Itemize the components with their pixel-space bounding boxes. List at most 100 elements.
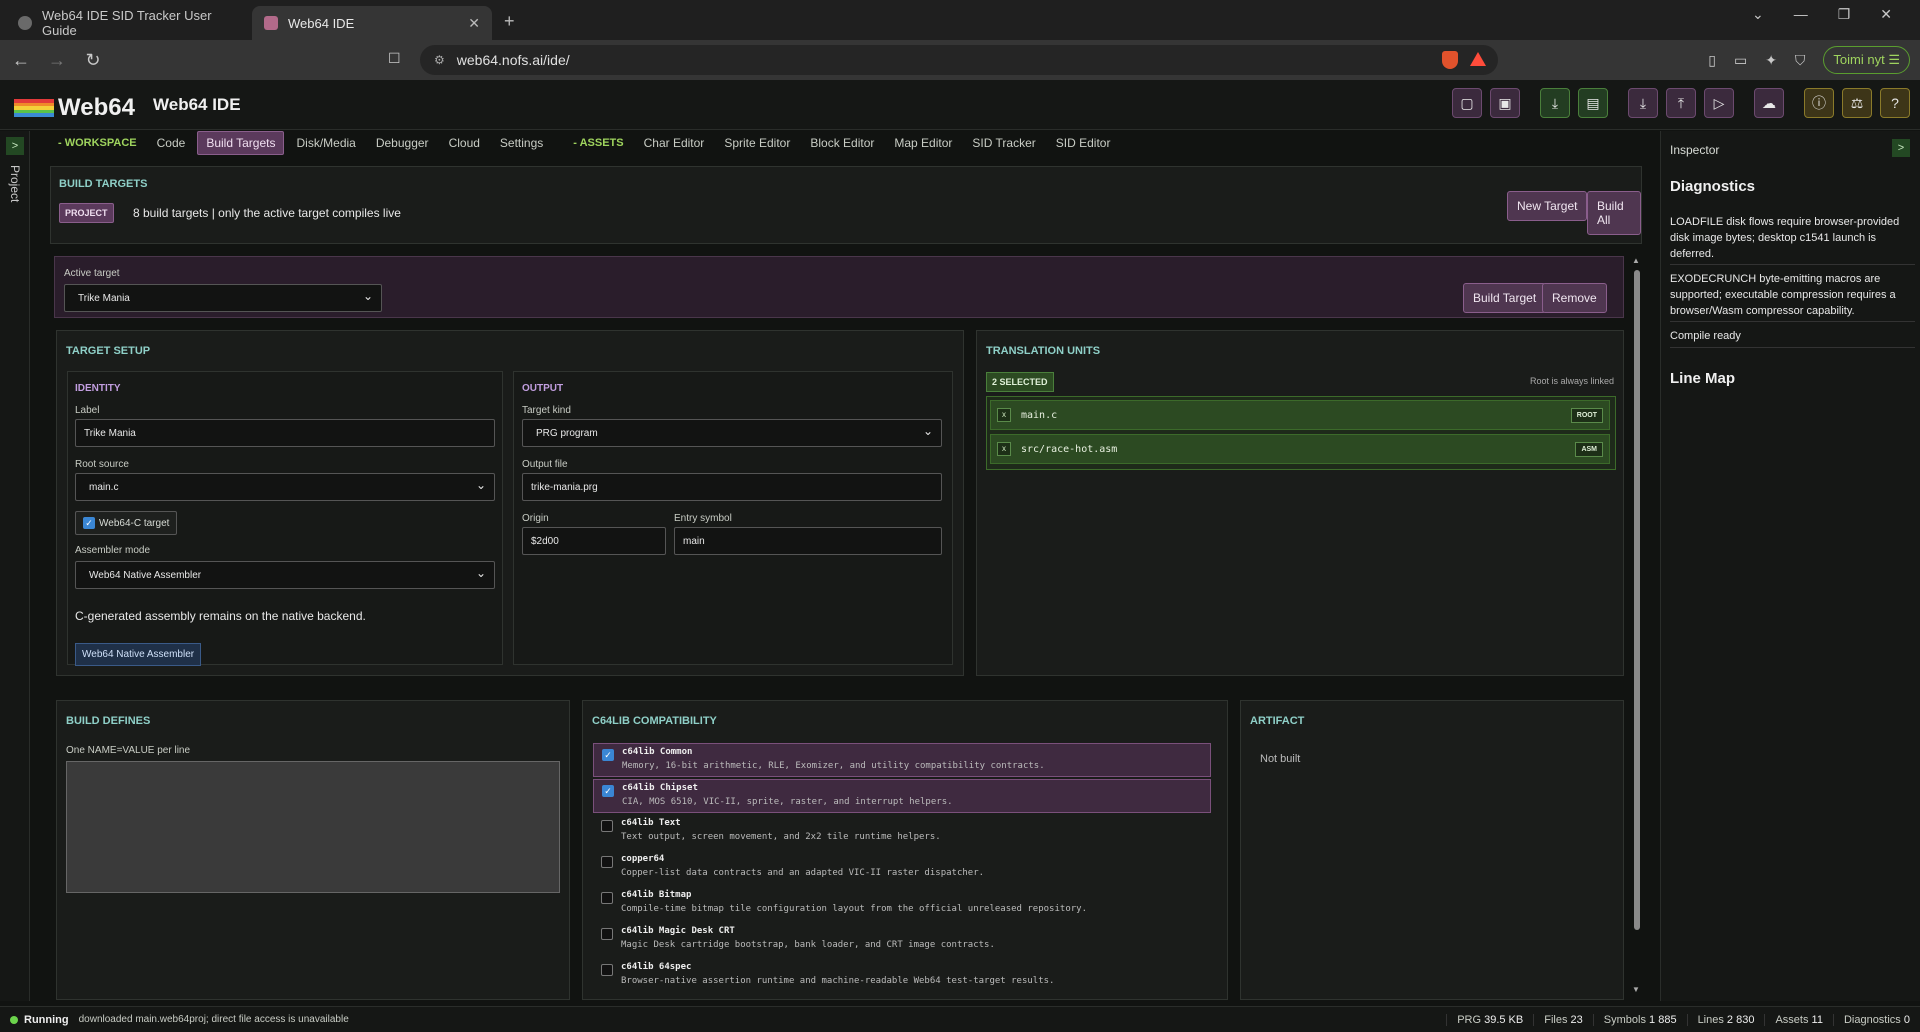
new-tab-icon[interactable]: + bbox=[504, 11, 515, 32]
active-target-select[interactable]: Trike Mania bbox=[64, 284, 382, 312]
root-source-select[interactable]: main.c bbox=[75, 473, 495, 501]
target-setup-panel: TARGET SETUP IDENTITY Label Trike Mania … bbox=[56, 330, 964, 676]
tab-cloud[interactable]: Cloud bbox=[441, 132, 488, 154]
tab-sid-tracker[interactable]: SID Tracker bbox=[964, 132, 1043, 154]
leo-ai-icon[interactable]: ✦ bbox=[1765, 52, 1777, 69]
info-icon[interactable]: ⓘ bbox=[1804, 88, 1834, 118]
back-icon[interactable]: ← bbox=[6, 50, 36, 71]
output-file-input[interactable]: trike-mania.prg bbox=[522, 473, 942, 501]
c64lib-checkbox[interactable] bbox=[601, 964, 613, 976]
brave-rewards-icon[interactable] bbox=[1470, 52, 1486, 66]
c64lib-checkbox[interactable] bbox=[601, 856, 613, 868]
new-file-icon[interactable]: ▢ bbox=[1452, 88, 1482, 118]
entry-symbol-input[interactable]: main bbox=[674, 527, 942, 555]
workspace-section-toggle[interactable]: - WORKSPACE bbox=[50, 133, 145, 153]
import-icon[interactable]: ⤓ bbox=[1628, 88, 1658, 118]
tab-debugger[interactable]: Debugger bbox=[368, 132, 437, 154]
close-tab-icon[interactable]: ✕ bbox=[468, 15, 480, 32]
translation-units-panel: TRANSLATION UNITS 2 SELECTED Root is alw… bbox=[976, 330, 1624, 676]
export-icon[interactable]: ⤒ bbox=[1666, 88, 1696, 118]
remove-target-button[interactable]: Remove bbox=[1542, 283, 1607, 313]
origin-input[interactable]: $2d00 bbox=[522, 527, 666, 555]
expand-project-button[interactable]: > bbox=[6, 137, 24, 155]
label-input[interactable]: Trike Mania bbox=[75, 419, 495, 447]
collapse-inspector-button[interactable]: > bbox=[1892, 139, 1910, 157]
tab-sprite-editor[interactable]: Sprite Editor bbox=[716, 132, 798, 154]
new-target-button[interactable]: New Target bbox=[1507, 191, 1588, 221]
files-stat: Files 23 bbox=[1533, 1013, 1593, 1026]
tab-block-editor[interactable]: Block Editor bbox=[802, 132, 882, 154]
prg-size-stat: PRG 39.5 KB bbox=[1446, 1013, 1533, 1026]
c64lib-option[interactable]: copper64 Copper-list data contracts and … bbox=[593, 851, 1211, 885]
reload-icon[interactable]: ↻ bbox=[78, 50, 108, 71]
tab-map-editor[interactable]: Map Editor bbox=[886, 132, 960, 154]
remove-unit-icon[interactable]: x bbox=[997, 442, 1011, 456]
run-icon[interactable]: ▷ bbox=[1704, 88, 1734, 118]
root-source-value: main.c bbox=[89, 481, 119, 493]
tab-sid-editor[interactable]: SID Editor bbox=[1048, 132, 1119, 154]
vpn-icon[interactable]: ⛉ bbox=[1795, 52, 1806, 69]
build-defines-textarea[interactable] bbox=[66, 761, 560, 893]
close-window-icon[interactable]: ✕ bbox=[1880, 6, 1892, 23]
diagnostics-label: Diagnostics bbox=[1843, 1013, 1901, 1026]
sidebar-icon[interactable]: ▯ bbox=[1708, 52, 1716, 69]
assembler-mode-select[interactable]: Web64 Native Assembler bbox=[75, 561, 495, 589]
profile-button[interactable]: Toimi nyt ☰ bbox=[1823, 46, 1910, 74]
browser-tab-ide[interactable]: Web64 IDE ✕ bbox=[252, 6, 492, 40]
tab-code[interactable]: Code bbox=[149, 132, 194, 154]
web64c-target-toggle[interactable]: ✓ Web64-C target bbox=[75, 511, 177, 535]
minimize-icon[interactable]: — bbox=[1794, 6, 1808, 23]
site-settings-icon[interactable]: ⚙ bbox=[434, 53, 445, 67]
c64lib-checkbox[interactable]: ✓ bbox=[602, 785, 614, 797]
address-bar[interactable]: ⚙ web64.nofs.ai/ide/ bbox=[420, 45, 1498, 75]
tab-disk-media[interactable]: Disk/Media bbox=[288, 132, 363, 154]
translation-unit-row[interactable]: x src/race-hot.asm ASM bbox=[990, 434, 1610, 464]
build-target-button[interactable]: Build Target bbox=[1463, 283, 1547, 313]
browser-tab-guide[interactable]: Web64 IDE SID Tracker User Guide bbox=[6, 6, 246, 40]
assets-section-toggle[interactable]: - ASSETS bbox=[565, 133, 631, 153]
c64lib-option[interactable]: c64lib Bitmap Compile-time bitmap tile c… bbox=[593, 887, 1211, 921]
scroll-down-icon[interactable]: ▼ bbox=[1632, 985, 1640, 994]
cloud-icon[interactable]: ☁ bbox=[1754, 88, 1784, 118]
restore-icon[interactable]: ❐ bbox=[1838, 6, 1851, 23]
build-all-button[interactable]: Build All bbox=[1587, 191, 1641, 235]
c64lib-option[interactable]: c64lib 64spec Browser-native assertion r… bbox=[593, 959, 1211, 993]
assets-value: 11 bbox=[1811, 1013, 1823, 1026]
wallet-icon[interactable]: ▭ bbox=[1734, 52, 1747, 69]
target-kind-select[interactable]: PRG program bbox=[522, 419, 942, 447]
scrollbar-thumb[interactable] bbox=[1634, 270, 1640, 930]
remove-unit-icon[interactable]: x bbox=[997, 408, 1011, 422]
unit-tag: ASM bbox=[1575, 441, 1603, 457]
c64lib-option[interactable]: ✓ c64lib Chipset CIA, MOS 6510, VIC-II, … bbox=[593, 779, 1211, 813]
c64lib-checkbox[interactable]: ✓ bbox=[602, 749, 614, 761]
lines-value: 2 830 bbox=[1726, 1013, 1755, 1026]
forward-icon[interactable]: → bbox=[42, 50, 72, 71]
diagnostic-message: Compile ready bbox=[1670, 330, 1741, 342]
tab-build-targets[interactable]: Build Targets bbox=[197, 131, 285, 155]
tab-settings[interactable]: Settings bbox=[492, 132, 551, 154]
save-disk-icon[interactable]: ▤ bbox=[1578, 88, 1608, 118]
c64lib-option[interactable]: c64lib Text Text output, screen movement… bbox=[593, 815, 1211, 849]
c64lib-checkbox[interactable] bbox=[601, 820, 613, 832]
web64c-checkbox[interactable]: ✓ bbox=[83, 517, 95, 529]
output-title: OUTPUT bbox=[522, 383, 564, 394]
bookmark-icon[interactable]: ☐ bbox=[388, 50, 401, 67]
tab-search-icon[interactable]: ⌄ bbox=[1752, 6, 1764, 23]
scroll-up-icon[interactable]: ▲ bbox=[1632, 256, 1640, 265]
save-icon[interactable]: ▣ bbox=[1490, 88, 1520, 118]
c64lib-checkbox[interactable] bbox=[601, 892, 613, 904]
help-icon[interactable]: ? bbox=[1880, 88, 1910, 118]
main-scrollbar[interactable]: ▲ ▼ bbox=[1632, 256, 1642, 994]
tab-char-editor[interactable]: Char Editor bbox=[636, 132, 713, 154]
c64lib-option[interactable]: c64lib Magic Desk CRT Magic Desk cartrid… bbox=[593, 923, 1211, 957]
balance-scale-icon[interactable]: ⚖ bbox=[1842, 88, 1872, 118]
inspector-title: Inspector bbox=[1670, 143, 1720, 157]
translation-unit-row[interactable]: x main.c ROOT bbox=[990, 400, 1610, 430]
brave-shields-icon[interactable] bbox=[1442, 51, 1458, 69]
web64-favicon-icon bbox=[264, 16, 278, 30]
c64lib-checkbox[interactable] bbox=[601, 928, 613, 940]
project-rail-label[interactable]: Project bbox=[8, 165, 22, 202]
c64lib-option[interactable]: ✓ c64lib Common Memory, 16-bit arithmeti… bbox=[593, 743, 1211, 777]
download-icon[interactable]: ⤓ bbox=[1540, 88, 1570, 118]
translation-units-title: TRANSLATION UNITS bbox=[986, 345, 1101, 357]
